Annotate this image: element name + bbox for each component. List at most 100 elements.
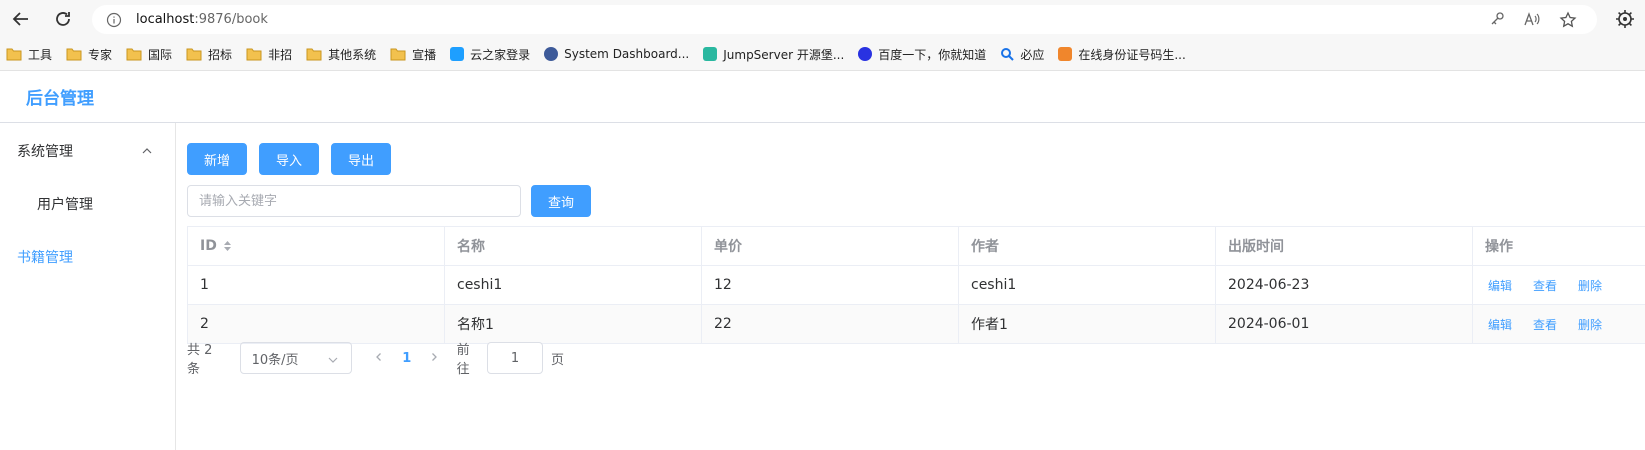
table-header-row: ID 名称 单价 作者 出版时间 操作: [188, 227, 1645, 266]
bookmark-label: 专家: [88, 47, 113, 62]
cell-name: ceshi1: [445, 266, 702, 304]
extension-icon[interactable]: [1615, 9, 1635, 33]
table-header-id[interactable]: ID: [188, 227, 445, 265]
bookmark-label: 百度一下，你就知道: [878, 47, 987, 62]
folder-icon: [246, 48, 262, 61]
cell-actions: 编辑 查看 删除: [1473, 266, 1645, 304]
url-bar[interactable]: localhost:9876/book: [92, 5, 1597, 34]
folder-icon: [390, 48, 406, 61]
bookmark-label: 宣播: [412, 47, 437, 62]
back-icon[interactable]: [8, 6, 34, 32]
export-button[interactable]: 导出: [331, 143, 391, 175]
folder-icon: [306, 48, 322, 61]
query-button[interactable]: 查询: [531, 185, 591, 217]
table-row: 1 ceshi1 12 ceshi1 2024-06-23 编辑 查看 删除: [188, 266, 1645, 305]
goto-label: 前往: [456, 343, 470, 377]
bookmark-label: 云之家登录: [470, 47, 531, 62]
url-path: :9876/book: [194, 12, 268, 27]
app-header: 后台管理: [0, 71, 1645, 123]
browser-toolbar: localhost:9876/book: [0, 0, 1645, 38]
key-icon[interactable]: [1489, 11, 1505, 27]
search-input[interactable]: [187, 185, 521, 217]
id-card-icon: [1058, 47, 1073, 61]
star-icon[interactable]: [1559, 11, 1577, 29]
pagination-total: 共 2 条: [187, 343, 213, 377]
bookmark-label: 必应: [1020, 47, 1045, 62]
cell-author: ceshi1: [959, 266, 1216, 304]
page-size-select[interactable]: 10条/页: [239, 342, 352, 374]
edit-link[interactable]: 编辑: [1488, 316, 1512, 333]
bookmark-label: 工具: [28, 47, 53, 62]
bookmark-label: System Dashboard...: [564, 47, 690, 61]
sidebar-item-books[interactable]: 书籍管理: [0, 229, 175, 285]
bookmark-label: JumpServer 开源堡...: [723, 47, 845, 62]
folder-icon: [126, 48, 142, 61]
bookmark-4[interactable]: 非招: [246, 46, 292, 63]
info-icon[interactable]: [106, 12, 122, 28]
table-header-price: 单价: [702, 227, 959, 265]
sidebar-item-label: 用户管理: [37, 197, 93, 213]
folder-icon: [186, 48, 202, 61]
cell-actions: 编辑 查看 删除: [1473, 305, 1645, 343]
sidebar-item-users[interactable]: 用户管理: [0, 179, 175, 229]
reload-icon[interactable]: [50, 6, 76, 32]
table-header-name: 名称: [445, 227, 702, 265]
cloud-icon: [450, 47, 465, 61]
cell-price: 22: [702, 305, 959, 343]
folder-icon: [66, 48, 82, 61]
bookmark-11[interactable]: 必应: [1000, 46, 1044, 63]
cell-name: 名称1: [445, 305, 702, 343]
goto-page-input[interactable]: [487, 342, 544, 374]
bookmark-label: 其他系统: [328, 47, 377, 62]
delete-link[interactable]: 删除: [1578, 316, 1602, 333]
bookmark-label: 在线身份证号码生...: [1078, 47, 1186, 62]
cell-id: 2: [188, 305, 445, 343]
chevron-down-icon: [328, 357, 338, 363]
page-number-current[interactable]: 1: [393, 351, 421, 366]
page-suffix: 页: [551, 352, 565, 368]
cell-date: 2024-06-23: [1216, 266, 1473, 304]
bookmark-2[interactable]: 国际: [126, 46, 172, 63]
sidebar-group-label: 系统管理: [17, 144, 73, 160]
view-link[interactable]: 查看: [1533, 277, 1557, 294]
delete-link[interactable]: 删除: [1578, 277, 1602, 294]
bookmark-9[interactable]: JumpServer 开源堡...: [703, 46, 844, 63]
bookmark-3[interactable]: 招标: [186, 46, 232, 63]
cell-price: 12: [702, 266, 959, 304]
edit-link[interactable]: 编辑: [1488, 277, 1512, 294]
table-row: 2 名称1 22 作者1 2024-06-01 编辑 查看 删除: [188, 305, 1645, 344]
chevron-up-icon: [142, 148, 152, 154]
bookmark-label: 非招: [268, 47, 293, 62]
cell-author: 作者1: [959, 305, 1216, 343]
sidebar-group-system[interactable]: 系统管理: [0, 123, 175, 179]
bookmark-0[interactable]: 工具: [6, 46, 52, 63]
bookmark-12[interactable]: 在线身份证号码生...: [1058, 46, 1186, 63]
books-table: ID 名称 单价 作者 出版时间 操作 1 ceshi1 12 ceshi1 2…: [187, 226, 1645, 344]
baidu-icon: [858, 47, 873, 61]
import-button[interactable]: 导入: [259, 143, 319, 175]
url-host: localhost: [136, 12, 195, 27]
bookmark-8[interactable]: System Dashboard...: [544, 47, 689, 61]
prev-page-icon[interactable]: [365, 351, 393, 366]
next-page-icon[interactable]: [420, 351, 448, 366]
table-header-author: 作者: [959, 227, 1216, 265]
bookmark-7[interactable]: 云之家登录: [450, 46, 530, 63]
bookmark-5[interactable]: 其他系统: [306, 46, 376, 63]
folder-icon: [6, 48, 22, 61]
table-header-actions: 操作: [1485, 239, 1513, 255]
add-button[interactable]: 新增: [187, 143, 247, 175]
cell-date: 2024-06-01: [1216, 305, 1473, 343]
bing-icon: [1001, 48, 1015, 61]
sidebar: 系统管理 用户管理 书籍管理: [0, 123, 176, 450]
sort-icon[interactable]: [223, 240, 232, 252]
bookmark-6[interactable]: 宣播: [390, 46, 436, 63]
dashboard-icon: [544, 47, 559, 61]
read-aloud-icon[interactable]: [1523, 11, 1541, 27]
view-link[interactable]: 查看: [1533, 316, 1557, 333]
cell-id: 1: [188, 266, 445, 304]
bookmark-1[interactable]: 专家: [66, 46, 112, 63]
table-header-date: 出版时间: [1216, 227, 1473, 265]
bookmark-10[interactable]: 百度一下，你就知道: [858, 46, 986, 63]
app-title: 后台管理: [26, 89, 94, 109]
pagination: 共 2 条 10条/页 1 前往 页: [187, 342, 565, 377]
